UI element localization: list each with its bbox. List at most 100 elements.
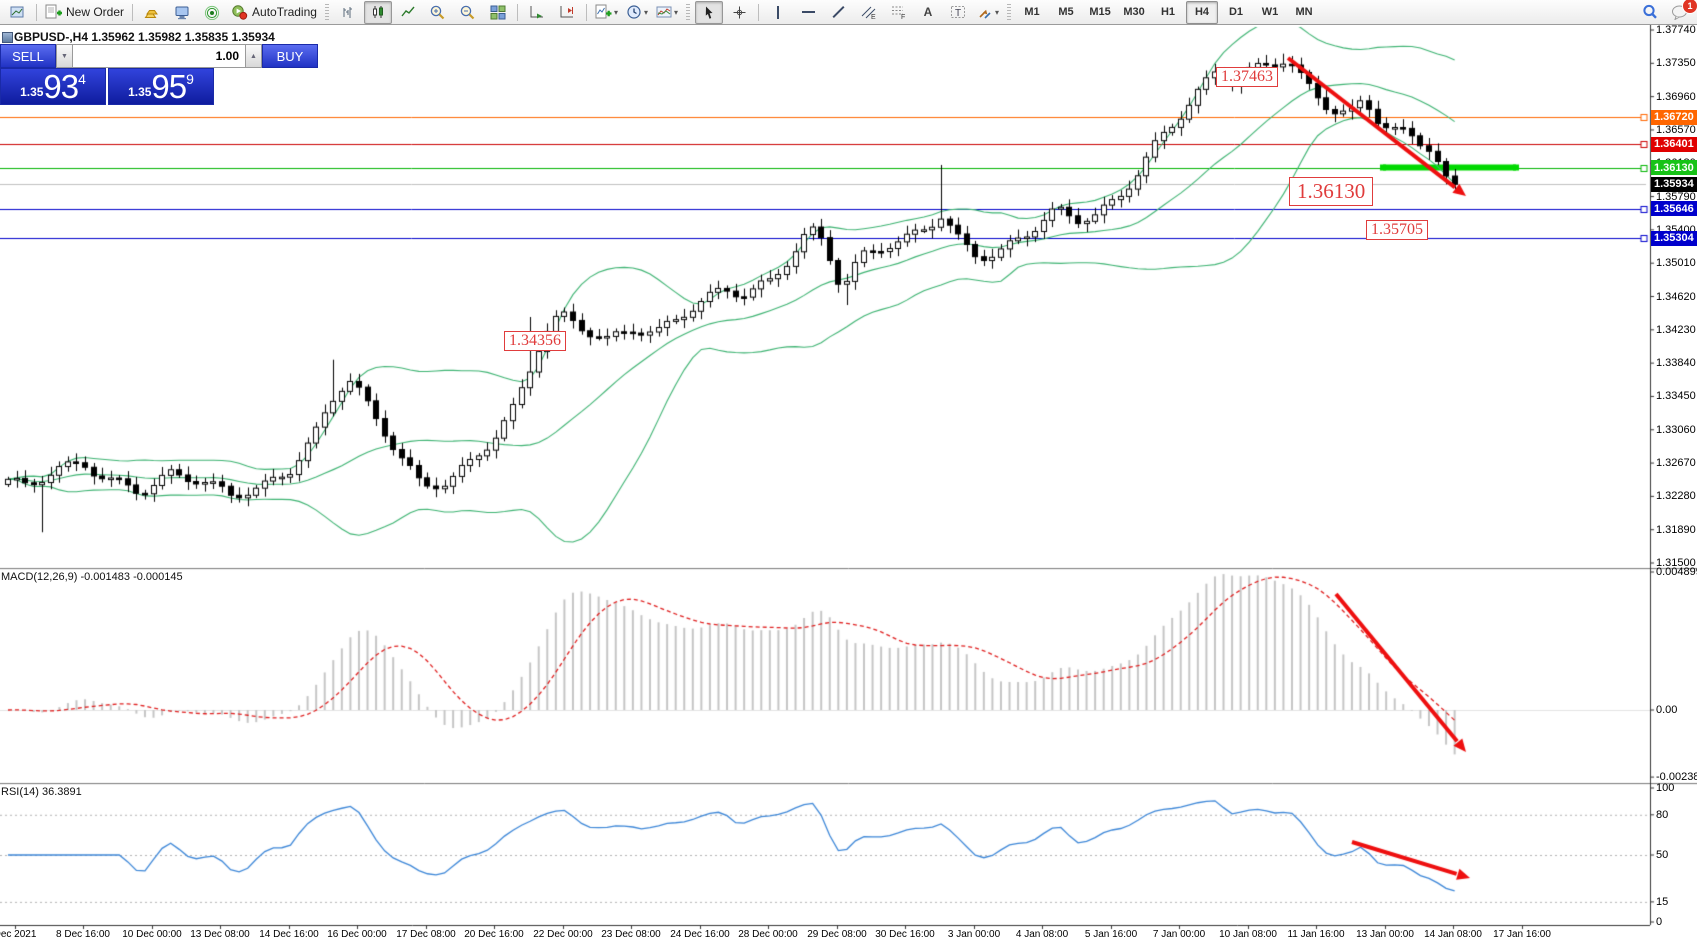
vertical-line-tool-icon[interactable] xyxy=(764,1,792,24)
price-axis-tick: 1.32280 xyxy=(1656,490,1696,502)
new-order-label: New Order xyxy=(66,5,124,19)
toolbar-separator xyxy=(586,4,587,21)
trendline-tool-icon[interactable] xyxy=(824,1,852,24)
timeframe-m15-button[interactable]: M15 xyxy=(1084,1,1116,24)
equidistant-channel-tool-icon[interactable]: E xyxy=(854,1,882,24)
price-axis-tick: 1.33840 xyxy=(1656,357,1696,369)
horizontal-line-tool-icon[interactable] xyxy=(794,1,822,24)
new-order-button[interactable]: New Order xyxy=(42,1,127,24)
axis-price-label: 1.35934 xyxy=(1651,177,1697,192)
periods-icon[interactable]: ▾ xyxy=(623,1,651,24)
chart-window: GBPUSD-,H4 1.35962 1.35982 1.35835 1.359… xyxy=(0,25,1697,947)
annotation-entry-price[interactable]: 1.36130 xyxy=(1289,177,1373,206)
chart-shift-icon[interactable] xyxy=(553,1,581,24)
annotation-base-price[interactable]: 1.34356 xyxy=(504,331,566,351)
volume-increase-button[interactable]: ▲ xyxy=(245,44,262,68)
time-axis-label: 29 Dec 08:00 xyxy=(807,929,867,940)
sell-button[interactable]: SELL xyxy=(0,44,56,68)
annotation-peak-price[interactable]: 1.37463 xyxy=(1216,67,1278,87)
time-axis-label: 13 Dec 08:00 xyxy=(190,929,250,940)
buy-price-big: 95 xyxy=(151,70,186,103)
text-label-tool-icon[interactable]: T xyxy=(944,1,972,24)
time-axis-label: Dec 2021 xyxy=(0,929,36,940)
timeframe-h1-button[interactable]: H1 xyxy=(1152,1,1184,24)
axis-price-label: 1.36130 xyxy=(1651,160,1697,175)
price-axis-tick: 1.34230 xyxy=(1656,324,1696,336)
time-axis-label: 11 Jan 16:00 xyxy=(1287,929,1344,940)
dropdown-caret: ▾ xyxy=(674,8,678,17)
dropdown-caret: ▾ xyxy=(644,8,648,17)
timeframe-m30-button[interactable]: M30 xyxy=(1118,1,1150,24)
timeframe-m5-button[interactable]: M5 xyxy=(1050,1,1082,24)
volume-decrease-button[interactable]: ▼ xyxy=(56,44,73,68)
timeframe-m1-button[interactable]: M1 xyxy=(1016,1,1048,24)
time-axis-label: 8 Dec 16:00 xyxy=(56,929,110,940)
top-toolbar: New Order AutoTrading xyxy=(0,0,1697,25)
bar-chart-type-icon[interactable] xyxy=(334,1,362,24)
toolbar-separator xyxy=(758,4,759,21)
timeframe-d1-button[interactable]: D1 xyxy=(1220,1,1252,24)
text-tool-icon[interactable]: A xyxy=(914,1,942,24)
chart-symbol-icon xyxy=(2,32,13,43)
zoom-out-icon[interactable] xyxy=(454,1,482,24)
toolbar-separator xyxy=(36,4,37,21)
search-icon[interactable] xyxy=(1636,1,1664,24)
price-axis-tick: 1.37740 xyxy=(1656,24,1696,36)
price-chart-canvas[interactable] xyxy=(0,25,1697,947)
line-chart-type-icon[interactable] xyxy=(394,1,422,24)
cursor-icon[interactable] xyxy=(695,1,723,24)
toolbar-grip[interactable] xyxy=(686,4,690,20)
svg-text:E: E xyxy=(871,14,876,20)
autotrading-label: AutoTrading xyxy=(252,5,317,19)
toolbar-grip[interactable] xyxy=(325,4,329,20)
time-axis-label: 13 Jan 00:00 xyxy=(1356,929,1414,940)
time-axis-label: 14 Dec 16:00 xyxy=(259,929,319,940)
time-axis-label: 17 Dec 08:00 xyxy=(396,929,456,940)
time-axis-label: 23 Dec 08:00 xyxy=(601,929,661,940)
fibonacci-tool-icon[interactable]: F xyxy=(884,1,912,24)
chart-window-icon[interactable] xyxy=(3,1,31,24)
annotation-stop-price[interactable]: 1.35705 xyxy=(1366,220,1428,240)
crosshair-icon[interactable] xyxy=(725,1,753,24)
buy-price-pip: 9 xyxy=(186,71,194,87)
sell-price-panel[interactable]: 1.35 93 4 xyxy=(0,68,106,105)
macd-axis-tick: 0.004899 xyxy=(1656,566,1697,578)
buy-button[interactable]: BUY xyxy=(262,44,318,68)
dropdown-caret: ▾ xyxy=(995,8,999,17)
toolbar-grip[interactable] xyxy=(1007,4,1011,20)
timeframe-mn-button[interactable]: MN xyxy=(1288,1,1320,24)
autotrading-button[interactable]: AutoTrading xyxy=(228,1,320,24)
time-axis-label: 24 Dec 16:00 xyxy=(670,929,730,940)
indicators-icon[interactable]: ▾ xyxy=(592,1,621,24)
chat-icon[interactable]: 1 xyxy=(1666,1,1694,24)
templates-icon[interactable]: ▾ xyxy=(653,1,681,24)
rsi-axis-tick: 100 xyxy=(1656,782,1674,794)
buy-price-panel[interactable]: 1.35 95 9 xyxy=(108,68,214,105)
rsi-axis-tick: 0 xyxy=(1656,916,1662,928)
signals-icon[interactable] xyxy=(198,1,226,24)
timeframe-w1-button[interactable]: W1 xyxy=(1254,1,1286,24)
macd-indicator-label: MACD(12,26,9) -0.001483 -0.000145 xyxy=(1,571,183,583)
chart-ohlc-header: GBPUSD-,H4 1.35962 1.35982 1.35835 1.359… xyxy=(14,30,275,44)
svg-text:T: T xyxy=(955,8,961,19)
price-axis-tick: 1.36570 xyxy=(1656,124,1696,136)
chat-badge: 1 xyxy=(1682,0,1697,14)
virtual-hosting-icon[interactable] xyxy=(168,1,196,24)
price-axis-tick: 1.33450 xyxy=(1656,390,1696,402)
price-axis-tick: 1.34620 xyxy=(1656,291,1696,303)
deposit-gold-icon[interactable] xyxy=(138,1,166,24)
auto-scroll-icon[interactable] xyxy=(523,1,551,24)
time-axis-label: 22 Dec 00:00 xyxy=(533,929,593,940)
price-axis-tick: 1.37350 xyxy=(1656,57,1696,69)
tile-windows-icon[interactable] xyxy=(484,1,512,24)
mt4-terminal: New Order AutoTrading xyxy=(0,0,1697,947)
zoom-in-icon[interactable] xyxy=(424,1,452,24)
volume-input[interactable] xyxy=(73,44,245,68)
arrows-tool-icon[interactable]: ▾ xyxy=(974,1,1002,24)
rsi-axis-tick: 15 xyxy=(1656,896,1668,908)
candlestick-chart-type-icon[interactable] xyxy=(364,1,392,24)
time-axis-label: 30 Dec 16:00 xyxy=(875,929,935,940)
price-axis-tick: 1.33060 xyxy=(1656,424,1696,436)
dropdown-caret: ▾ xyxy=(614,8,618,17)
timeframe-h4-button[interactable]: H4 xyxy=(1186,1,1218,24)
